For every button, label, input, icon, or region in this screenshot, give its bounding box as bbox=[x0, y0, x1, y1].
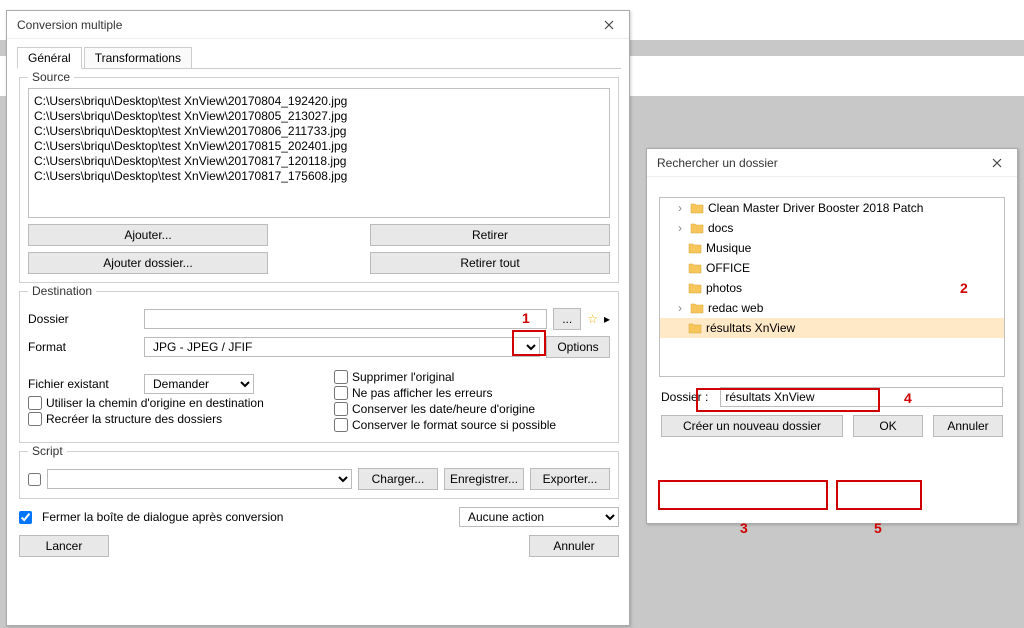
tab-transformations[interactable]: Transformations bbox=[84, 47, 192, 68]
tab-general[interactable]: Général bbox=[17, 47, 82, 69]
source-file-item[interactable]: C:\Users\briqu\Desktop\test XnView\20170… bbox=[34, 154, 604, 169]
folder-tree-item[interactable]: Musique bbox=[660, 238, 1004, 258]
folder-name: docs bbox=[708, 221, 733, 235]
keep-source-fmt-label: Conserver le format source si possible bbox=[352, 418, 556, 432]
folder-tree-item[interactable]: › Clean Master Driver Booster 2018 Patch bbox=[660, 198, 1004, 218]
add-folder-button[interactable]: Ajouter dossier... bbox=[28, 252, 268, 274]
script-legend: Script bbox=[28, 444, 67, 458]
source-file-list[interactable]: C:\Users\briqu\Desktop\test XnView\20170… bbox=[28, 88, 610, 218]
post-action-select[interactable]: Aucune action bbox=[459, 507, 619, 527]
keep-source-fmt-checkbox[interactable] bbox=[334, 418, 348, 432]
expand-icon[interactable]: › bbox=[674, 301, 686, 315]
recreate-tree-checkbox[interactable] bbox=[28, 412, 42, 426]
folder-name: OFFICE bbox=[706, 261, 750, 275]
titlebar: Conversion multiple bbox=[7, 11, 629, 39]
add-button[interactable]: Ajouter... bbox=[28, 224, 268, 246]
use-origin-path-label: Utiliser la chemin d'origine en destinat… bbox=[46, 396, 264, 410]
script-export-button[interactable]: Exporter... bbox=[530, 468, 610, 490]
folder-icon bbox=[688, 322, 702, 334]
folder-tree-item[interactable]: résultats XnView bbox=[660, 318, 1004, 338]
source-file-item[interactable]: C:\Users\briqu\Desktop\test XnView\20170… bbox=[34, 94, 604, 109]
use-origin-path-checkbox[interactable] bbox=[28, 396, 42, 410]
source-file-item[interactable]: C:\Users\briqu\Desktop\test XnView\20170… bbox=[34, 109, 604, 124]
folder-tree-item[interactable]: photos bbox=[660, 278, 1004, 298]
format-select[interactable]: JPG - JPEG / JFIF bbox=[144, 337, 540, 357]
folder-cancel-button[interactable]: Annuler bbox=[933, 415, 1003, 437]
existing-label: Fichier existant bbox=[28, 377, 138, 391]
annotation-4: 4 bbox=[904, 390, 912, 406]
folder-name: redac web bbox=[708, 301, 763, 315]
folder-icon bbox=[690, 222, 704, 234]
selected-folder-input[interactable] bbox=[720, 387, 1003, 407]
folder-browse-window: Rechercher un dossier › Clean Master Driv… bbox=[646, 148, 1018, 524]
folder-icon bbox=[688, 282, 702, 294]
folder-name: Musique bbox=[706, 241, 751, 255]
source-legend: Source bbox=[28, 70, 74, 84]
expand-icon[interactable]: › bbox=[674, 221, 686, 235]
keep-date-label: Conserver les date/heure d'origine bbox=[352, 402, 535, 416]
dest-folder-label: Dossier bbox=[28, 312, 138, 326]
folder-icon bbox=[688, 242, 702, 254]
recreate-tree-label: Recréer la structure des dossiers bbox=[46, 412, 222, 426]
hide-errors-label: Ne pas afficher les erreurs bbox=[352, 386, 493, 400]
destination-legend: Destination bbox=[28, 284, 96, 298]
annotation-2: 2 bbox=[960, 280, 968, 296]
script-group: Script Charger... Enregistrer... Exporte… bbox=[19, 451, 619, 499]
folder-tree-item[interactable]: › docs bbox=[660, 218, 1004, 238]
hide-errors-checkbox[interactable] bbox=[334, 386, 348, 400]
source-group: Source C:\Users\briqu\Desktop\test XnVie… bbox=[19, 77, 619, 283]
script-load-button[interactable]: Charger... bbox=[358, 468, 438, 490]
cancel-button[interactable]: Annuler bbox=[529, 535, 619, 557]
script-save-button[interactable]: Enregistrer... bbox=[444, 468, 524, 490]
run-button[interactable]: Lancer bbox=[19, 535, 109, 557]
tabs: Général Transformations bbox=[17, 47, 621, 69]
expand-icon[interactable]: › bbox=[674, 201, 686, 215]
keep-date-checkbox[interactable] bbox=[334, 402, 348, 416]
window-title: Conversion multiple bbox=[17, 18, 122, 32]
folder-window-title: Rechercher un dossier bbox=[657, 156, 778, 170]
folder-name: Clean Master Driver Booster 2018 Patch bbox=[708, 201, 923, 215]
remove-button[interactable]: Retirer bbox=[370, 224, 610, 246]
existing-select[interactable]: Demander bbox=[144, 374, 254, 394]
folder-tree[interactable]: ›Clean Master Driver Booster 2018 Patch›… bbox=[659, 197, 1005, 377]
delete-original-checkbox[interactable] bbox=[334, 370, 348, 384]
new-folder-button[interactable]: Créer un nouveau dossier bbox=[661, 415, 843, 437]
close-after-checkbox[interactable] bbox=[19, 511, 32, 524]
delete-original-label: Supprimer l'original bbox=[352, 370, 454, 384]
script-select[interactable] bbox=[47, 469, 352, 489]
folder-icon bbox=[688, 262, 702, 274]
folder-name: résultats XnView bbox=[706, 321, 795, 335]
source-file-item[interactable]: C:\Users\briqu\Desktop\test XnView\20170… bbox=[34, 124, 604, 139]
folder-close-icon[interactable] bbox=[983, 153, 1011, 173]
close-after-label: Fermer la boîte de dialogue après conver… bbox=[38, 510, 453, 524]
folder-icon bbox=[690, 302, 704, 314]
format-label: Format bbox=[28, 340, 138, 354]
annotation-3: 3 bbox=[740, 520, 748, 536]
history-icon[interactable]: ▸ bbox=[604, 312, 610, 326]
folder-tree-item[interactable]: OFFICE bbox=[660, 258, 1004, 278]
dest-folder-input[interactable] bbox=[144, 309, 547, 329]
script-checkbox[interactable] bbox=[28, 473, 41, 486]
ok-button[interactable]: OK bbox=[853, 415, 923, 437]
folder-name: photos bbox=[706, 281, 742, 295]
browse-button[interactable]: ... bbox=[553, 308, 581, 330]
selected-folder-label: Dossier : bbox=[661, 390, 708, 404]
source-file-item[interactable]: C:\Users\briqu\Desktop\test XnView\20170… bbox=[34, 169, 604, 184]
format-options-button[interactable]: Options bbox=[546, 336, 610, 358]
remove-all-button[interactable]: Retirer tout bbox=[370, 252, 610, 274]
conversion-window: Conversion multiple Général Transformati… bbox=[6, 10, 630, 626]
favorite-icon[interactable]: ☆ bbox=[587, 312, 598, 326]
close-icon[interactable] bbox=[595, 15, 623, 35]
folder-titlebar: Rechercher un dossier bbox=[647, 149, 1017, 177]
annotation-1: 1 bbox=[522, 310, 530, 326]
folder-icon bbox=[690, 202, 704, 214]
folder-tree-item[interactable]: › redac web bbox=[660, 298, 1004, 318]
annotation-5: 5 bbox=[874, 520, 882, 536]
source-file-item[interactable]: C:\Users\briqu\Desktop\test XnView\20170… bbox=[34, 139, 604, 154]
